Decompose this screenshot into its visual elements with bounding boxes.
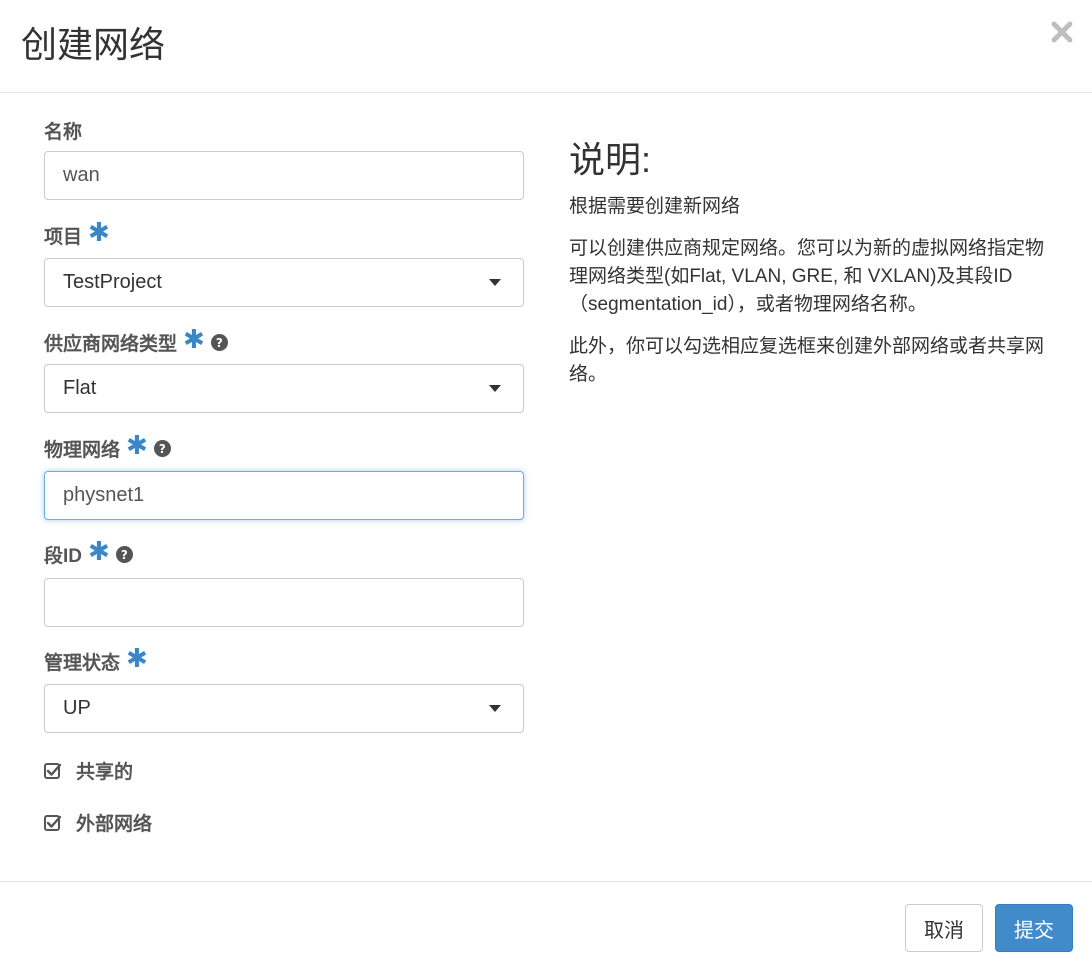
- required-asterisk-icon: ✱: [126, 429, 148, 460]
- required-asterisk-icon: ✱: [88, 216, 110, 247]
- required-asterisk-icon: ✱: [88, 535, 110, 566]
- project-select[interactable]: TestProject: [44, 258, 524, 307]
- description-panel: 说明: 根据需要创建新网络 可以创建供应商规定网络。您可以为新的虚拟网络指定物理…: [569, 135, 1059, 389]
- dialog-header: 创建网络: [0, 0, 1092, 93]
- segment-id-label: 段ID ✱ ?: [44, 535, 133, 568]
- admin-state-value: UP: [63, 697, 91, 719]
- provider-type-value: Flat: [63, 377, 97, 399]
- dialog-footer: 取消 提交: [0, 881, 1092, 970]
- description-heading: 说明:: [569, 139, 652, 180]
- shared-label: 共享的: [76, 762, 134, 783]
- close-button[interactable]: [1044, 14, 1080, 50]
- required-asterisk-icon: ✱: [126, 642, 148, 673]
- description-paragraph: 根据需要创建新网络: [569, 196, 741, 217]
- physical-network-label: 物理网络 ✱ ?: [44, 429, 171, 462]
- provider-type-label: 供应商网络类型 ✱ ?: [44, 323, 228, 356]
- project-label: 项目 ✱: [44, 216, 110, 249]
- submit-button[interactable]: 提交: [995, 904, 1073, 952]
- provider-type-select[interactable]: Flat: [44, 364, 524, 413]
- project-value: TestProject: [63, 271, 162, 293]
- close-icon: [1051, 21, 1073, 43]
- dialog-title: 创建网络: [21, 24, 166, 65]
- name-label: 名称: [44, 122, 83, 143]
- external-network-label: 外部网络: [76, 814, 153, 835]
- question-circle-icon[interactable]: ?: [115, 546, 133, 563]
- cancel-button[interactable]: 取消: [905, 904, 983, 952]
- admin-state-label: 管理状态 ✱: [44, 642, 148, 675]
- physical-network-input[interactable]: physnet1: [44, 471, 524, 520]
- question-circle-icon[interactable]: ?: [153, 440, 171, 457]
- external-network-checkbox[interactable]: 外部网络: [44, 809, 152, 836]
- check-square-icon: [44, 814, 62, 832]
- required-asterisk-icon: ✱: [183, 323, 205, 354]
- shared-checkbox[interactable]: 共享的: [44, 757, 133, 784]
- physical-network-value: physnet1: [63, 484, 145, 506]
- name-value: wan: [63, 164, 100, 186]
- description-paragraph: 可以创建供应商规定网络。您可以为新的虚拟网络指定物理网络类型(如Flat, VL…: [569, 238, 1045, 315]
- admin-state-select[interactable]: UP: [44, 684, 524, 733]
- create-network-dialog: 创建网络 名称 wan 项目 ✱ TestProject 供应商网络类型 ✱ ?…: [0, 0, 1092, 970]
- check-square-icon: [44, 762, 62, 780]
- caret-down-icon: [489, 705, 501, 712]
- name-input[interactable]: wan: [44, 151, 524, 200]
- segment-id-input[interactable]: [44, 578, 524, 627]
- question-circle-icon[interactable]: ?: [210, 334, 228, 351]
- caret-down-icon: [489, 279, 501, 286]
- description-paragraph: 此外，你可以勾选相应复选框来创建外部网络或者共享网络。: [569, 336, 1045, 385]
- caret-down-icon: [489, 385, 501, 392]
